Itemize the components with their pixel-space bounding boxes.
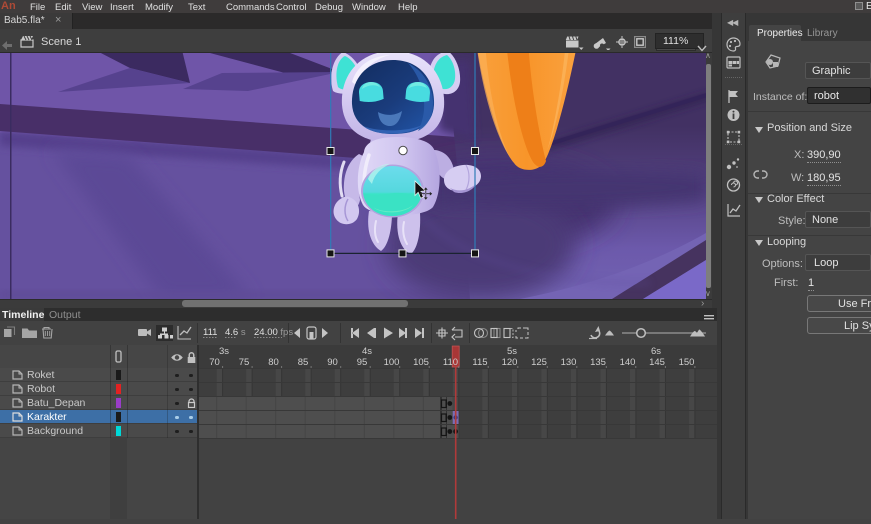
svg-text:24.00 fps: 24.00 fps — [254, 327, 293, 338]
svg-text:150: 150 — [679, 357, 695, 368]
svg-text:111: 111 — [203, 327, 217, 338]
svg-text:145: 145 — [649, 357, 665, 368]
svg-text:4.6 s: 4.6 s — [225, 327, 246, 338]
svg-text:135: 135 — [590, 357, 606, 368]
svg-text:85: 85 — [298, 357, 309, 368]
svg-text:105: 105 — [413, 357, 429, 368]
svg-text:125: 125 — [531, 357, 547, 368]
svg-text:4s: 4s — [362, 346, 372, 357]
svg-text:130: 130 — [561, 357, 577, 368]
svg-text:110: 110 — [443, 357, 458, 368]
svg-text:5s: 5s — [507, 346, 517, 357]
svg-text:120: 120 — [502, 357, 518, 368]
svg-text:75: 75 — [239, 357, 250, 368]
svg-text:3s: 3s — [219, 346, 229, 357]
svg-text:90: 90 — [327, 357, 338, 368]
svg-text:115: 115 — [472, 357, 487, 368]
svg-text:70: 70 — [209, 357, 220, 368]
svg-text:100: 100 — [384, 357, 400, 368]
svg-text:6s: 6s — [651, 346, 661, 357]
svg-text:140: 140 — [620, 357, 636, 368]
svg-text:95: 95 — [357, 357, 368, 368]
svg-text:80: 80 — [268, 357, 279, 368]
